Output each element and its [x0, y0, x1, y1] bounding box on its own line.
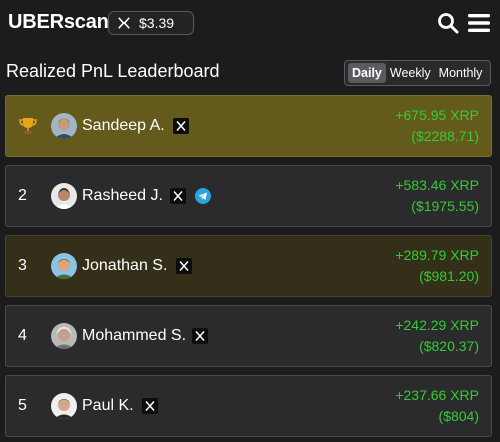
avatar — [51, 393, 77, 419]
telegram-icon[interactable] — [195, 188, 211, 204]
x-icon[interactable] — [173, 118, 189, 134]
pnl-values: +583.46 XRP ($1975.55) — [395, 175, 479, 217]
pnl-xrp: +289.79 XRP — [395, 247, 479, 263]
trader-name[interactable]: Paul K. — [82, 397, 134, 415]
pnl-xrp: +237.66 XRP — [395, 387, 479, 403]
avatar — [51, 113, 77, 139]
trader-name[interactable]: Jonathan S. — [82, 257, 167, 275]
trader-name[interactable]: Mohammed S. — [82, 327, 186, 345]
leaderboard-row[interactable]: 5 Paul K. +237.66 XRP ($804) — [5, 375, 492, 437]
pnl-values: +675.95 XRP ($2288.71) — [395, 105, 479, 147]
rank-number: 4 — [18, 327, 27, 344]
xrp-price-value: $3.39 — [139, 15, 175, 31]
rank-number: 5 — [18, 397, 27, 414]
hamburger-menu-icon[interactable] — [467, 12, 491, 34]
rank-number: 2 — [18, 187, 27, 204]
period-selector: Daily Weekly Monthly — [344, 60, 491, 86]
pnl-xrp: +583.46 XRP — [395, 177, 479, 193]
period-monthly-button[interactable]: Monthly — [435, 63, 487, 83]
avatar — [51, 183, 77, 209]
search-icon[interactable] — [437, 12, 459, 34]
avatar — [51, 323, 77, 349]
leaderboard-row[interactable]: Sandeep A. +675.95 XRP ($2288.71) — [5, 95, 492, 157]
pnl-xrp: +242.29 XRP — [395, 317, 479, 333]
pnl-usd: ($820.37) — [419, 338, 479, 354]
xrp-icon — [118, 17, 130, 29]
pnl-xrp: +675.95 XRP — [395, 107, 479, 123]
x-icon[interactable] — [170, 188, 186, 204]
pnl-values: +289.79 XRP ($981.20) — [395, 245, 479, 287]
trophy-icon — [19, 118, 37, 134]
pnl-usd: ($2288.71) — [411, 128, 479, 144]
leaderboard-row[interactable]: 3 Jonathan S. +289.79 XRP ($981.20) — [5, 235, 492, 297]
avatar — [51, 253, 77, 279]
trader-name[interactable]: Rasheed J. — [82, 187, 163, 205]
rank-number: 3 — [18, 257, 27, 274]
pnl-values: +242.29 XRP ($820.37) — [395, 315, 479, 357]
x-icon[interactable] — [142, 398, 158, 414]
top-bar: UBERscan $3.39 — [0, 0, 500, 46]
x-icon[interactable] — [192, 328, 208, 344]
pnl-usd: ($804) — [438, 408, 479, 424]
pnl-usd: ($981.20) — [419, 268, 479, 284]
leaderboard-row[interactable]: 4 Mohammed S. +242.29 XRP ($820.37) — [5, 305, 492, 367]
trader-name[interactable]: Sandeep A. — [82, 117, 165, 135]
period-daily-button[interactable]: Daily — [348, 63, 386, 83]
x-icon[interactable] — [176, 258, 192, 274]
pnl-values: +237.66 XRP ($804) — [395, 385, 479, 427]
app-logo-text[interactable]: UBERscan — [8, 11, 109, 34]
pnl-usd: ($1975.55) — [411, 198, 479, 214]
period-weekly-button[interactable]: Weekly — [386, 63, 435, 83]
xrp-price-pill[interactable]: $3.39 — [108, 11, 194, 35]
leaderboard-row[interactable]: 2 Rasheed J. +583.46 XRP ($1975.55) — [5, 165, 492, 227]
page-title: Realized PnL Leaderboard — [6, 61, 220, 81]
